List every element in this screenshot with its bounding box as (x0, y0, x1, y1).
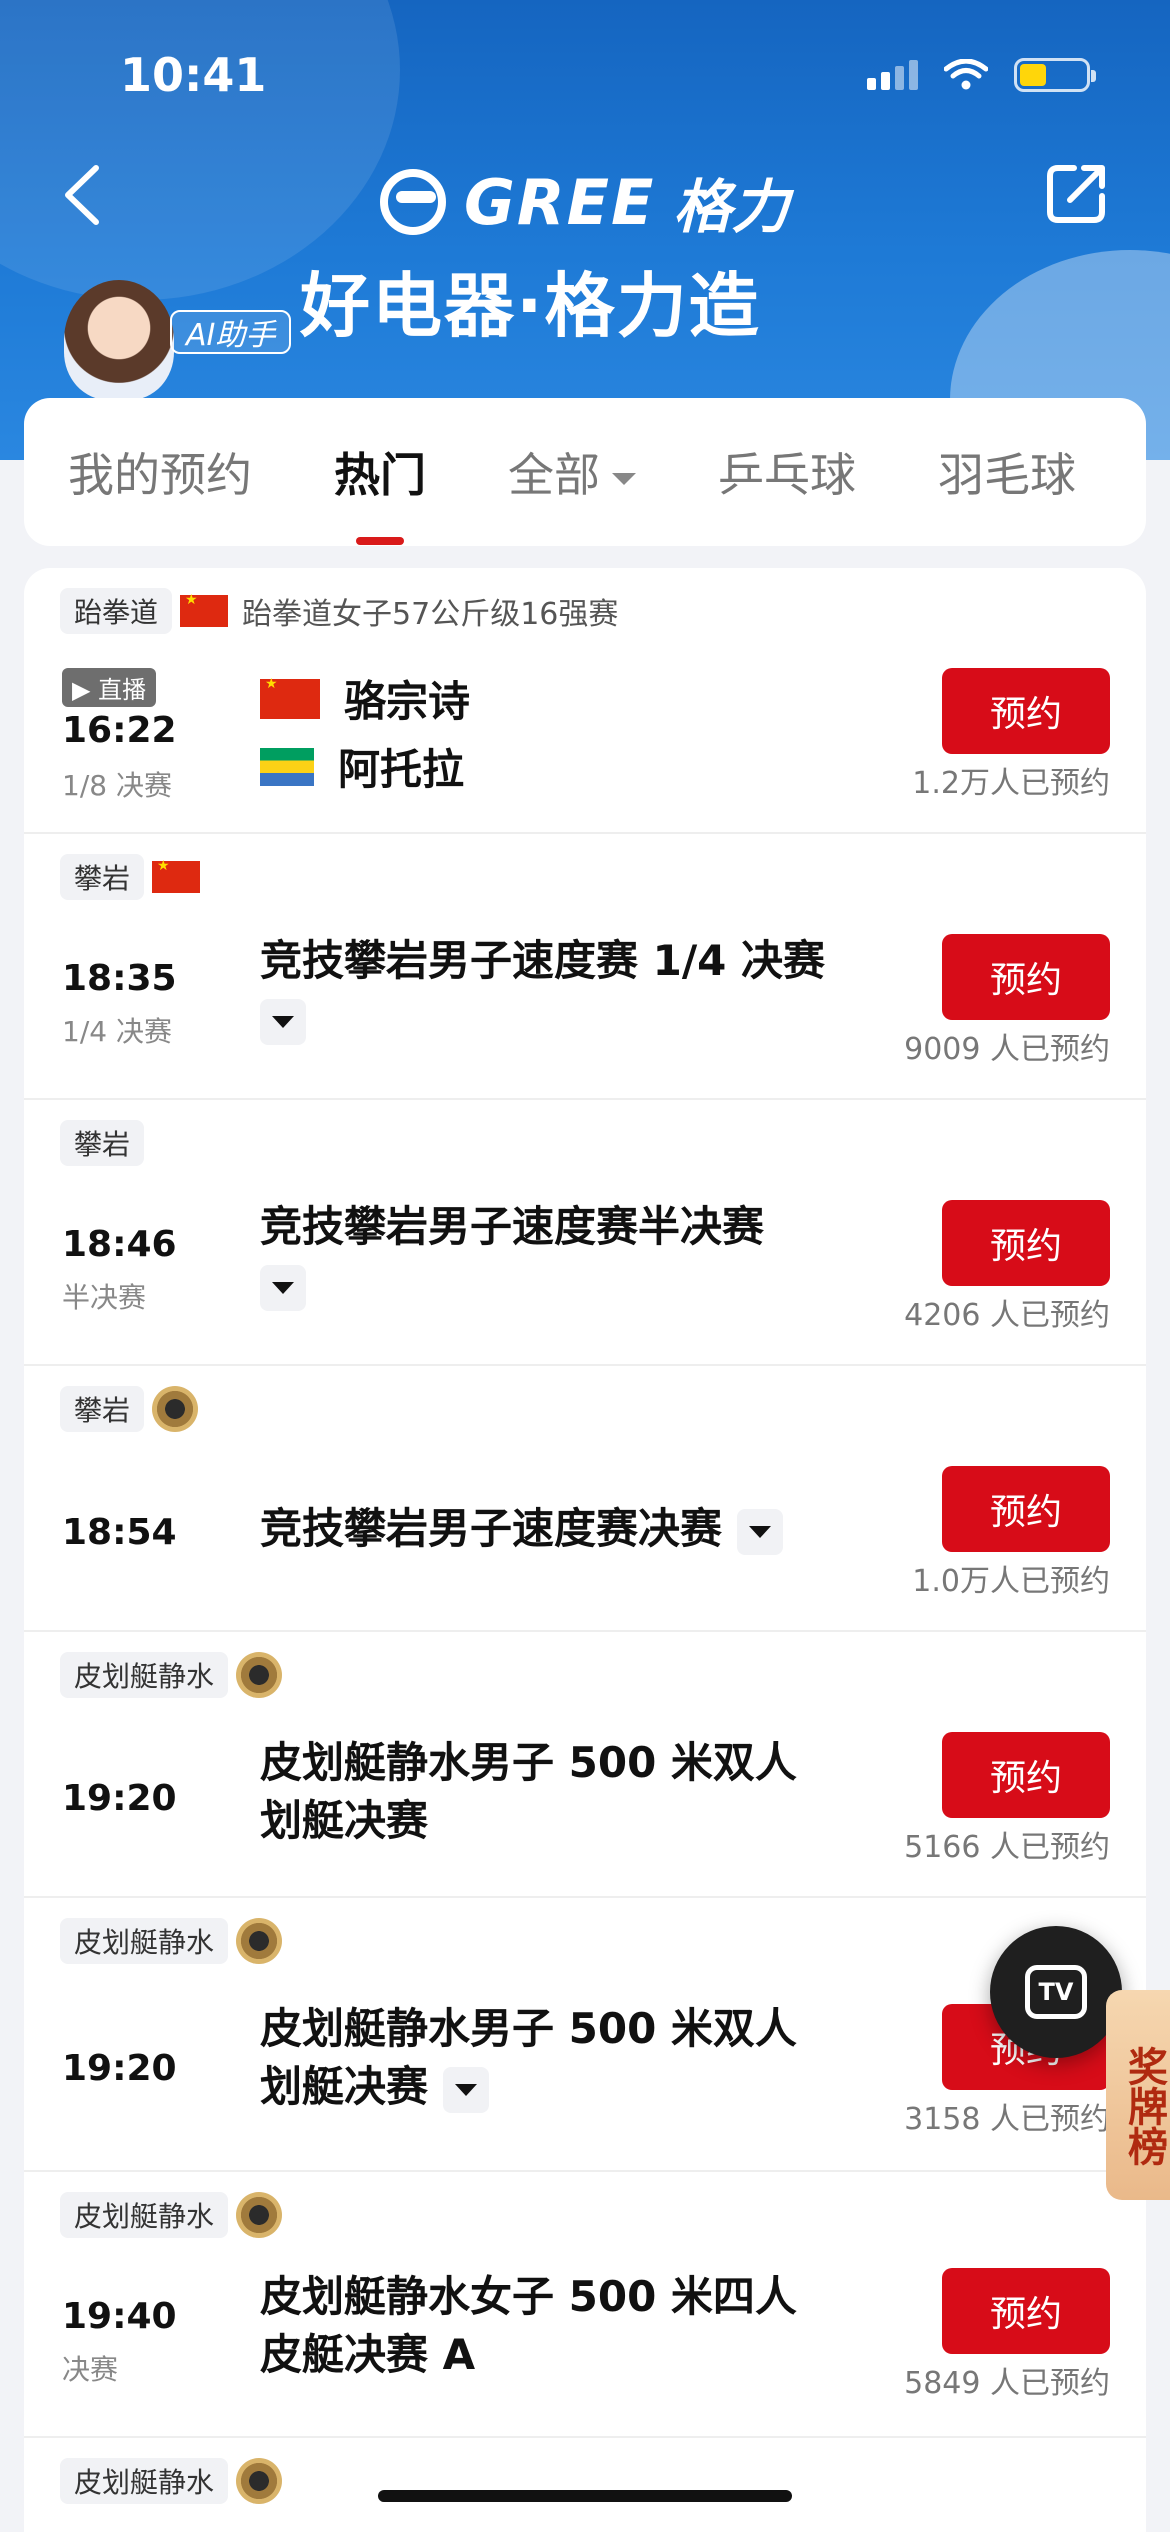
tab-all[interactable]: 全部 (508, 439, 636, 505)
share-button[interactable] (1044, 160, 1110, 226)
live-badge: ▶ 直播 (62, 668, 157, 707)
sport-tag: 皮划艇静水 (60, 1652, 229, 1698)
event-time: 16:22 (62, 710, 177, 751)
event-row[interactable]: 皮划艇静水 19:20 皮划艇静水男子 500 米双人划艇决赛 预约 5166 … (24, 1632, 1146, 1898)
chevron-down-icon (612, 472, 636, 485)
event-time: 18:54 (62, 1512, 177, 1553)
medal-icon (152, 1386, 199, 1432)
player-name: 阿托拉 (338, 745, 465, 794)
china-flag-icon (180, 592, 229, 627)
gabon-flag-icon (260, 747, 314, 786)
sport-tag: 皮划艇静水 (60, 2458, 229, 2504)
event-title: 竞技攀岩男子速度赛 1/4 决赛 (260, 932, 850, 1048)
reserve-count: 5166 人已预约 (904, 1830, 1110, 1865)
event-title: 竞技攀岩男子速度赛决赛 (260, 1500, 850, 1558)
player-name: 骆宗诗 (344, 677, 471, 726)
event-row[interactable]: 攀岩 18:35 1/4 决赛 竞技攀岩男子速度赛 1/4 决赛 预约 9009… (24, 834, 1146, 1100)
tv-icon: TV (1025, 1965, 1087, 2019)
reserve-count: 3158 人已预约 (904, 2102, 1110, 2137)
reserve-button[interactable]: 预约 (942, 1466, 1110, 1552)
event-round: 1/8 决赛 (62, 769, 172, 802)
reserve-count: 9009 人已预约 (904, 1032, 1110, 1067)
event-row[interactable]: 攀岩 18:46 半决赛 竞技攀岩男子速度赛半决赛 预约 4206 人已预约 (24, 1100, 1146, 1366)
medal-icon (236, 2458, 283, 2504)
home-indicator (378, 2490, 792, 2502)
sport-tag: 攀岩 (60, 854, 145, 900)
status-icons (867, 58, 1096, 92)
player-row: 阿托拉 (260, 736, 464, 797)
event-row[interactable]: 攀岩 18:54 竞技攀岩男子速度赛决赛 预约 1.0万人已预约 (24, 1366, 1146, 1632)
tab-my-reservations[interactable]: 我的预约 (68, 439, 252, 505)
event-title: 皮划艇静水男子 500 米双人划艇决赛 (260, 1738, 797, 1845)
brand-logo-group: GREE 格力 (380, 160, 789, 244)
event-time: 19:20 (62, 1778, 177, 1819)
reserve-count: 1.0万人已预约 (912, 1564, 1110, 1599)
reserve-count: 1.2万人已预约 (912, 766, 1110, 801)
reserve-count: 4206 人已预约 (904, 1298, 1110, 1333)
brand-name: GREE (464, 165, 656, 239)
event-row[interactable]: 皮划艇静水 19:20 皮划艇静水男子 500 米双人划艇决赛 预约 3158 … (24, 1898, 1146, 2172)
event-round: 半决赛 (62, 1281, 147, 1314)
tv-float-button[interactable]: TV (990, 1926, 1122, 2058)
event-list: 跆拳道 跆拳道女子57公斤级16强赛 ▶ 直播 16:22 1/8 决赛 骆宗诗… (24, 568, 1146, 2532)
event-title: 皮划艇静水男子 500 米双人划艇决赛 (260, 2004, 797, 2113)
expand-toggle[interactable] (736, 1508, 783, 1555)
event-time: 18:46 (62, 1224, 177, 1265)
medal-board-button[interactable]: 奖牌榜 (1106, 1990, 1170, 2200)
event-round: 决赛 (62, 2353, 119, 2386)
reserve-button[interactable]: 预约 (942, 934, 1110, 1020)
event-subtitle: 跆拳道女子57公斤级16强赛 (242, 597, 619, 632)
event-time: 19:20 (62, 2048, 177, 2089)
reserve-button[interactable]: 预约 (942, 2268, 1110, 2354)
reserve-button[interactable]: 预约 (942, 1732, 1110, 1818)
wifi-icon (944, 59, 988, 90)
expand-toggle[interactable] (260, 1264, 306, 1311)
event-title: 皮划艇静水女子 500 米四人皮艇决赛 A (260, 2272, 797, 2379)
medal-icon (236, 2192, 283, 2238)
sport-tag: 攀岩 (60, 1386, 145, 1432)
player-row: 骆宗诗 (260, 668, 470, 729)
gree-logo-icon (380, 169, 446, 235)
reserve-button[interactable]: 预约 (942, 668, 1110, 754)
ai-assistant-badge[interactable]: AI助手 (170, 310, 292, 354)
reserve-count: 5849 人已预约 (904, 2366, 1110, 2401)
medal-icon (236, 1652, 283, 1698)
sport-tag: 皮划艇静水 (60, 2192, 229, 2238)
sport-tag: 攀岩 (60, 1120, 145, 1166)
slogan: 好电器·格力造 (300, 265, 761, 347)
event-time: 19:40 (62, 2296, 177, 2337)
ai-assistant-avatar[interactable] (64, 280, 174, 400)
china-flag-icon (152, 858, 201, 893)
back-button[interactable] (58, 160, 108, 230)
event-round: 1/4 决赛 (62, 1015, 172, 1048)
sport-tag: 皮划艇静水 (60, 1918, 229, 1964)
china-flag-icon (260, 676, 320, 719)
event-row[interactable]: 跆拳道 跆拳道女子57公斤级16强赛 ▶ 直播 16:22 1/8 决赛 骆宗诗… (24, 568, 1146, 834)
event-row[interactable]: 皮划艇静水 19:40 决赛 皮划艇静水女子 500 米四人皮艇决赛 A 预约 … (24, 2172, 1146, 2438)
tab-table-tennis[interactable]: 乒乓球 (718, 439, 856, 505)
medal-icon (236, 1918, 283, 1964)
event-time: 18:35 (62, 958, 177, 999)
tab-hot[interactable]: 热门 (334, 439, 426, 545)
category-tabs: 我的预约 热门 全部 乒乓球 羽毛球 (24, 398, 1146, 546)
reserve-button[interactable]: 预约 (942, 1200, 1110, 1286)
brand-name-cn: 格力 (673, 173, 790, 241)
sport-tag: 跆拳道 (60, 588, 173, 634)
battery-icon (1014, 58, 1096, 92)
status-time: 10:41 (120, 48, 267, 102)
expand-toggle[interactable] (260, 998, 306, 1045)
tab-badminton[interactable]: 羽毛球 (938, 439, 1076, 505)
event-title: 竞技攀岩男子速度赛半决赛 (260, 1198, 850, 1314)
cellular-signal-icon (867, 60, 918, 90)
expand-toggle[interactable] (442, 2066, 489, 2113)
event-row[interactable]: 皮划艇静水 (24, 2438, 1146, 2532)
